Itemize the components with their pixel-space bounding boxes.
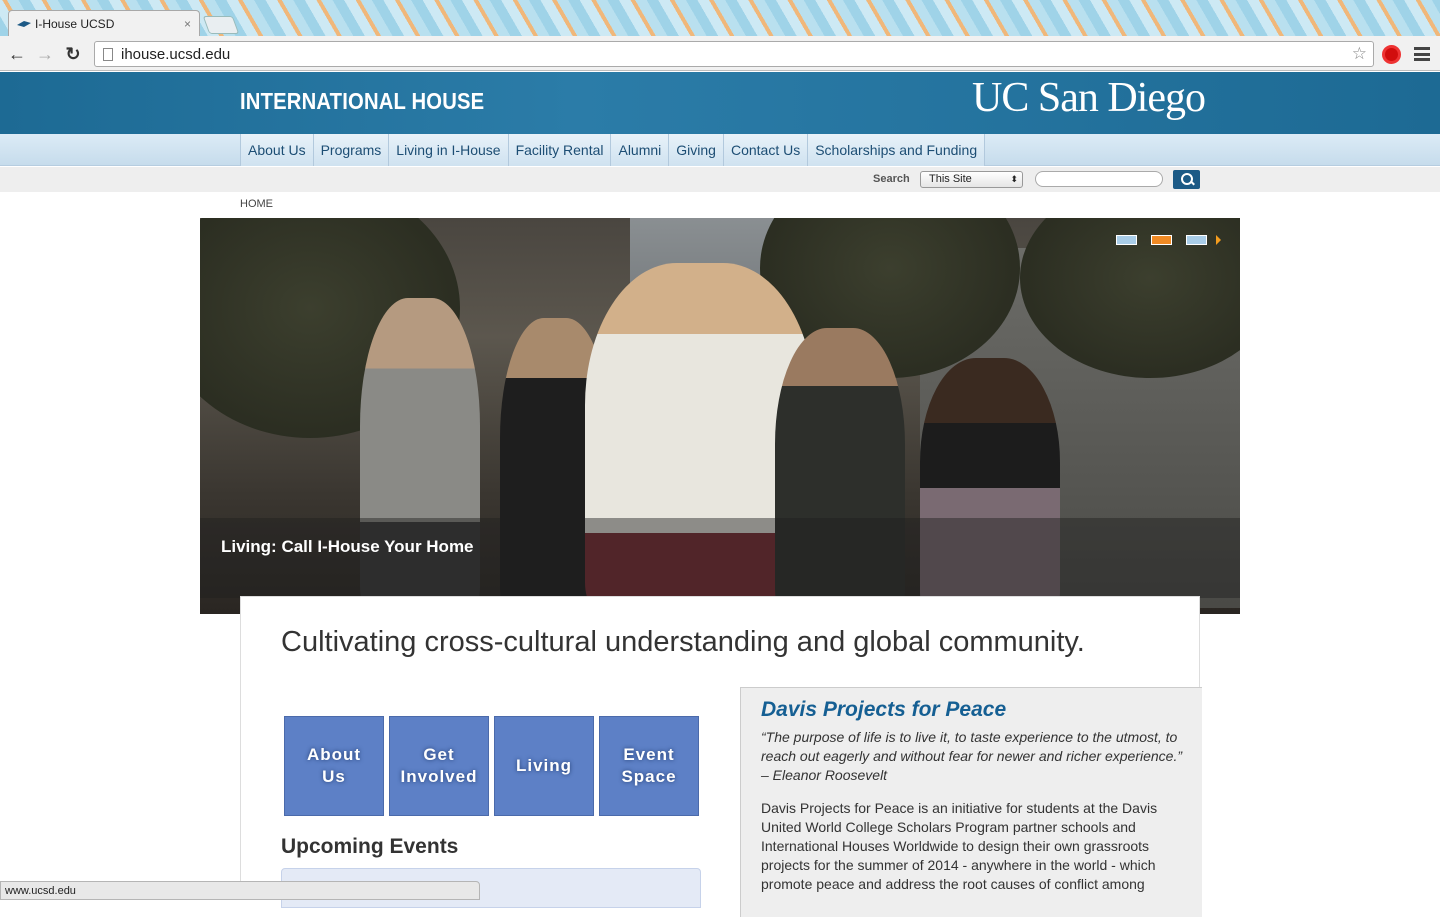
hero-caption-overlay [200,518,1240,598]
hero-slideshow[interactable]: Living: Call I-House Your Home [200,218,1240,614]
slide-dot[interactable] [1116,235,1137,245]
site-header: INTERNATIONAL HOUSE UC San Diego [0,72,1440,134]
back-icon[interactable]: ← [6,43,28,65]
main-content: Cultivating cross-cultural understanding… [240,596,1202,917]
search-label: Search [873,173,910,185]
feature-quote: “The purpose of life is to live it, to t… [761,729,1183,783]
tile-about-us[interactable]: About Us [284,716,384,816]
nav-item-about-us[interactable]: About Us [240,134,313,166]
address-bar[interactable]: ihouse.ucsd.edu ☆ [94,41,1374,67]
nav-item-living[interactable]: Living in I-House [388,134,508,166]
search-scope-select[interactable]: This Site ⬍ [920,171,1023,188]
ucsd-favicon-icon [17,20,31,27]
feature-title[interactable]: Davis Projects for Peace [761,698,1182,722]
slide-indicators [1116,235,1221,245]
tile-get-involved[interactable]: Get Involved [389,716,489,816]
extension-icon[interactable] [1382,45,1401,64]
page-icon [103,47,113,61]
hero-caption[interactable]: Living: Call I-House Your Home [221,537,474,557]
search-bar: Search This Site ⬍ [0,167,1440,192]
tab-title: I-House UCSD [35,16,115,31]
tab-close-icon[interactable]: × [184,17,191,31]
feature-body: Davis Projects for Peace is an initiativ… [761,800,1158,892]
tagline: Cultivating cross-cultural understanding… [281,626,1085,658]
feature-sidebar: Davis Projects for Peace “The purpose of… [740,687,1202,917]
site-title[interactable]: INTERNATIONAL HOUSE [240,88,484,115]
next-slide-arrow-icon[interactable] [1216,235,1221,245]
tile-event-space[interactable]: Event Space [599,716,699,816]
browser-toolbar: ← → ↻ ihouse.ucsd.edu ☆ [0,36,1440,71]
browser-menu-icon[interactable] [1414,47,1430,61]
upcoming-events-heading: Upcoming Events [281,835,459,858]
search-input[interactable] [1035,171,1163,187]
search-scope-value: This Site [929,173,972,185]
main-nav: About Us Programs Living in I-House Faci… [240,134,986,166]
forward-icon[interactable]: → [34,43,56,65]
slide-dot[interactable] [1186,235,1207,245]
nav-item-giving[interactable]: Giving [668,134,723,166]
tile-label: About [306,745,362,764]
tile-living[interactable]: Living [494,716,594,816]
nav-item-alumni[interactable]: Alumni [610,134,669,166]
breadcrumb[interactable]: HOME [240,198,273,210]
nav-item-programs[interactable]: Programs [312,134,389,166]
search-button[interactable] [1173,170,1200,189]
url-text: ihouse.ucsd.edu [121,45,231,63]
nav-item-scholarships[interactable]: Scholarships and Funding [807,134,986,166]
quick-link-tiles: About Us Get Involved Living Event Space [284,716,699,816]
browser-tab[interactable]: I-House UCSD × [8,10,200,36]
browser-tab-strip: I-House UCSD × [0,0,1440,36]
tile-label: Involved [400,767,478,786]
nav-item-facility-rental[interactable]: Facility Rental [507,134,611,166]
tile-label: Space [621,767,677,786]
uc-san-diego-logo[interactable]: UC San Diego [972,74,1206,122]
tile-label: Us [322,767,346,786]
tile-label: Living [515,756,573,775]
new-tab-button[interactable] [202,16,240,34]
slide-dot[interactable] [1151,235,1172,245]
nav-item-contact-us[interactable]: Contact Us [722,134,808,166]
tile-label: Event [623,745,675,764]
bookmark-star-icon[interactable]: ☆ [1352,44,1367,64]
browser-status-bar: www.ucsd.edu [0,881,480,900]
reload-icon[interactable]: ↻ [62,43,84,65]
main-nav-bar: About Us Programs Living in I-House Faci… [0,134,1440,166]
tile-label: Get [423,745,455,764]
select-arrows-icon: ⬍ [1010,174,1018,184]
